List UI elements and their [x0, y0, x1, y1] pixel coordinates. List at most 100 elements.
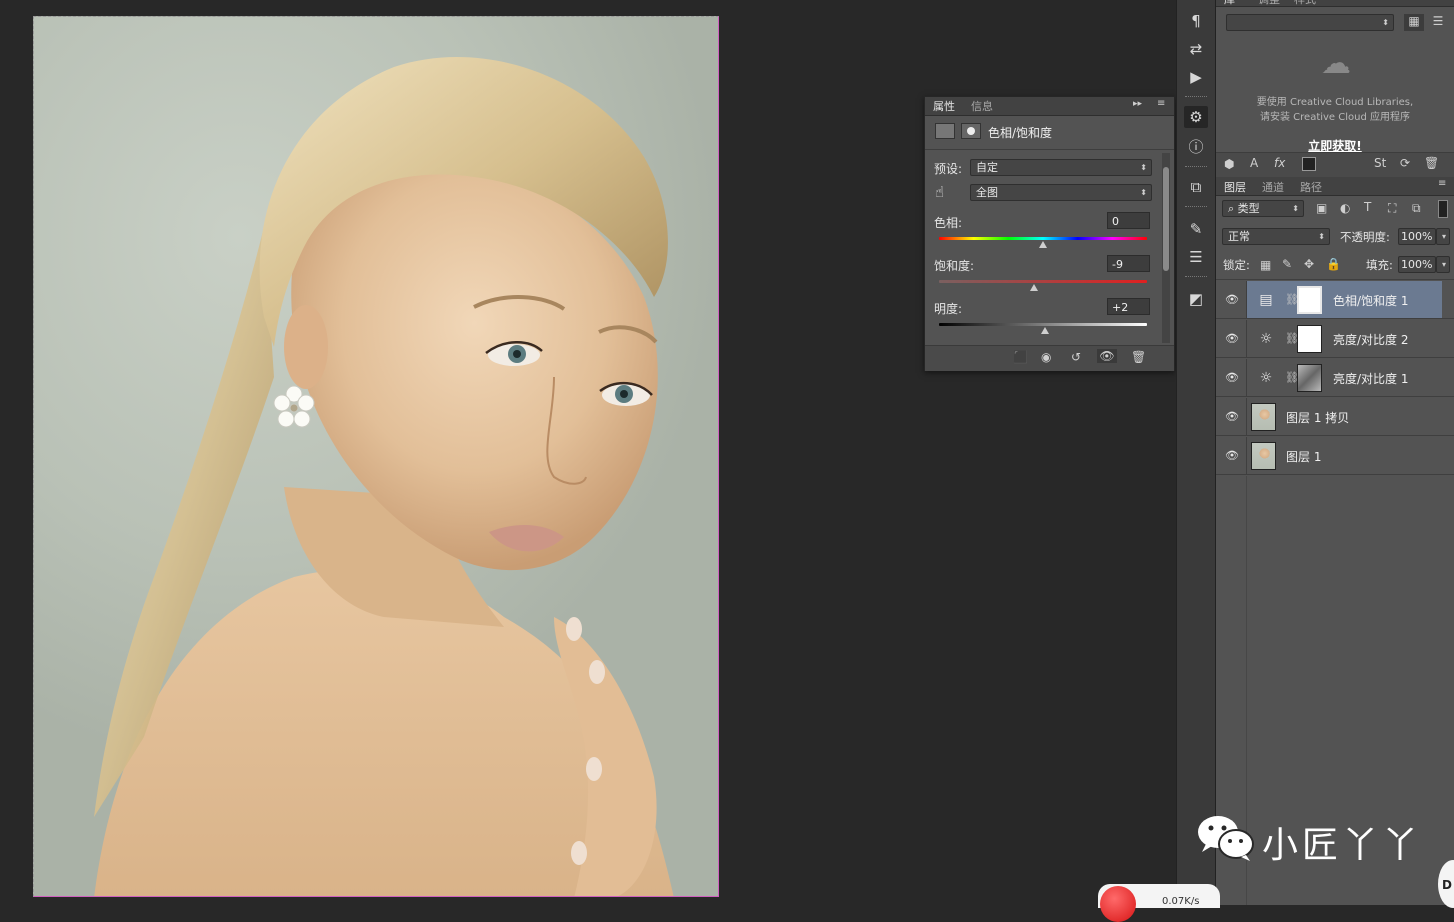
layer-row-brightness-contrast-2[interactable]: 👁 ☼ ⛓ 亮度/对比度 2 [1216, 320, 1454, 358]
fx-icon[interactable]: fx [1274, 156, 1285, 170]
link-icon[interactable]: ⛓ [1285, 370, 1299, 386]
character-style-icon[interactable]: A [1250, 156, 1258, 170]
adjustment-filter-icon[interactable]: ◐ [1340, 201, 1350, 215]
saturation-slider-track[interactable] [939, 280, 1147, 283]
eye-icon[interactable]: 👁 [1225, 410, 1239, 424]
smart-object-filter-icon[interactable]: ⧉ [1412, 201, 1421, 216]
pixel-filter-icon[interactable]: ▣ [1316, 201, 1327, 215]
color-icon[interactable]: ⬢ [1224, 157, 1234, 171]
layer-name-cell[interactable]: ☼ ⛓ 亮度/对比度 2 [1247, 320, 1442, 357]
panel-menu-icon[interactable]: ≡ [1157, 98, 1165, 109]
lightness-slider-thumb[interactable] [1041, 327, 1050, 334]
blend-mode-select[interactable]: 正常 ⬍ [1222, 228, 1330, 245]
dock-grip[interactable] [1185, 206, 1207, 210]
visibility-icon[interactable]: 👁 [1097, 349, 1117, 363]
lock-transparent-icon[interactable]: ▦ [1260, 258, 1271, 272]
trash-icon[interactable]: 🗑 [1424, 156, 1439, 170]
saturation-value-field[interactable]: -9 [1107, 255, 1150, 272]
layer-mask-thumbnail[interactable] [1297, 286, 1322, 314]
dock-grip[interactable] [1185, 96, 1207, 100]
tab-layers[interactable]: 图层 [1224, 179, 1246, 195]
library-select[interactable]: ⬍ [1226, 14, 1394, 31]
tab-properties[interactable]: 属性 [933, 98, 955, 114]
layer-mask-thumbnail[interactable] [1297, 325, 1322, 353]
adjustment-title: 色相/饱和度 [988, 126, 1053, 140]
view-previous-icon[interactable]: ◉ [1041, 350, 1051, 364]
layer-mask-thumbnail[interactable] [1297, 364, 1322, 392]
eye-icon[interactable]: 👁 [1225, 332, 1239, 346]
mask-icon[interactable] [961, 123, 981, 139]
layer-row-brightness-contrast-1[interactable]: 👁 ☼ ⛓ 亮度/对比度 1 [1216, 359, 1454, 397]
history-icon[interactable]: ⇄ [1184, 38, 1208, 60]
layer-name-cell[interactable]: 图层 1 [1247, 437, 1442, 474]
clip-to-layer-icon[interactable]: ⬛ [1013, 350, 1028, 364]
eye-icon[interactable]: 👁 [1225, 449, 1239, 463]
paragraph-icon[interactable]: ¶ [1184, 10, 1208, 32]
layer-name: 亮度/对比度 2 [1333, 333, 1409, 347]
panel-menu-icon[interactable]: ≡ [1438, 178, 1446, 189]
preset-select[interactable]: 自定 ⬍ [970, 159, 1152, 176]
layer-name-cell[interactable]: 图层 1 拷贝 [1247, 398, 1442, 435]
actions-play-icon[interactable]: ▶ [1184, 66, 1208, 88]
eye-icon[interactable]: 👁 [1225, 293, 1239, 307]
network-speed-widget[interactable]: 0.07K/s [1098, 884, 1220, 922]
stock-icon[interactable]: St [1374, 156, 1386, 170]
layer-row-hue-saturation-1[interactable]: 👁 ▤ ⛓ 色相/饱和度 1 [1216, 281, 1454, 319]
lock-image-brush-icon[interactable]: ✎ [1282, 257, 1292, 271]
layer-name-cell[interactable]: ▤ ⛓ 色相/饱和度 1 [1247, 281, 1442, 318]
layer-thumbnail[interactable] [1251, 403, 1276, 431]
trash-icon[interactable]: 🗑 [1131, 350, 1146, 364]
layer-name-cell[interactable]: ☼ ⛓ 亮度/对比度 1 [1247, 359, 1442, 396]
shape-filter-icon[interactable]: ⛶ [1388, 201, 1396, 216]
tab-info[interactable]: 信息 [971, 98, 993, 114]
dock-grip[interactable] [1185, 166, 1207, 170]
grid-view-icon[interactable]: ▦ [1404, 14, 1424, 31]
hue-value-field[interactable]: 0 [1107, 212, 1150, 229]
scrollbar-thumb[interactable] [1163, 167, 1169, 271]
hue-saturation-adjust-icon[interactable] [935, 123, 955, 139]
sync-icon[interactable]: ⟳ [1400, 156, 1410, 170]
type-filter-icon[interactable]: T [1364, 200, 1371, 214]
link-icon[interactable]: ⛓ [1285, 331, 1299, 347]
properties-dock-icon[interactable]: ⚙ [1184, 106, 1208, 128]
hue-slider-track[interactable] [939, 237, 1147, 240]
layer-row-layer-1-copy[interactable]: 👁 图层 1 拷贝 [1216, 398, 1454, 436]
lock-position-icon[interactable]: ✥ [1304, 257, 1314, 271]
saturation-slider-thumb[interactable] [1029, 284, 1038, 291]
chevron-down-icon: ▾ [1441, 260, 1446, 269]
info-icon[interactable]: ⓘ [1184, 136, 1208, 158]
lightness-slider-track[interactable] [939, 323, 1147, 326]
targeted-adjust-hand-icon[interactable]: ☝ [935, 183, 944, 201]
clone-source-icon[interactable]: ⧉ [1184, 176, 1208, 198]
tab-styles[interactable]: 样式 [1294, 0, 1316, 7]
lightness-value-field[interactable]: +2 [1107, 298, 1150, 315]
filter-toggle[interactable] [1438, 200, 1448, 218]
fill-dropdown[interactable]: ▾ [1436, 256, 1450, 273]
properties-scrollbar[interactable] [1162, 153, 1170, 343]
brush-presets-icon[interactable]: ✎ [1184, 218, 1208, 240]
layer-filter-select[interactable]: ⌕ 类型 ⬍ [1222, 200, 1304, 217]
reset-icon[interactable]: ↺ [1071, 350, 1081, 364]
layer-row-layer-1[interactable]: 👁 图层 1 [1216, 437, 1454, 475]
tab-library[interactable]: 库 [1224, 0, 1235, 7]
link-icon[interactable]: ⛓ [1285, 292, 1299, 308]
styles-icon[interactable]: ◩ [1184, 288, 1208, 310]
layer-name: 图层 1 [1286, 450, 1322, 464]
layer-thumbnail[interactable] [1251, 442, 1276, 470]
tab-paths[interactable]: 路径 [1300, 179, 1322, 195]
swatch-icon[interactable] [1302, 157, 1316, 171]
document-canvas[interactable] [33, 16, 719, 897]
list-view-icon[interactable]: ☰ [1428, 14, 1448, 31]
fill-field[interactable]: 100% [1398, 256, 1436, 273]
eye-icon[interactable]: 👁 [1225, 371, 1239, 385]
tab-adjustments[interactable]: 调整 [1258, 0, 1280, 7]
adjustments-icon[interactable]: ☰ [1184, 246, 1208, 268]
collapse-icon[interactable]: ▸▸ [1133, 99, 1142, 109]
lock-all-icon[interactable]: 🔒 [1326, 257, 1341, 271]
tab-channels[interactable]: 通道 [1262, 179, 1284, 195]
hue-slider-thumb[interactable] [1039, 241, 1047, 248]
channel-select[interactable]: 全图 ⬍ [970, 184, 1152, 201]
opacity-field[interactable]: 100% [1398, 228, 1436, 245]
opacity-dropdown[interactable]: ▾ [1436, 228, 1450, 245]
dock-grip[interactable] [1185, 276, 1207, 280]
